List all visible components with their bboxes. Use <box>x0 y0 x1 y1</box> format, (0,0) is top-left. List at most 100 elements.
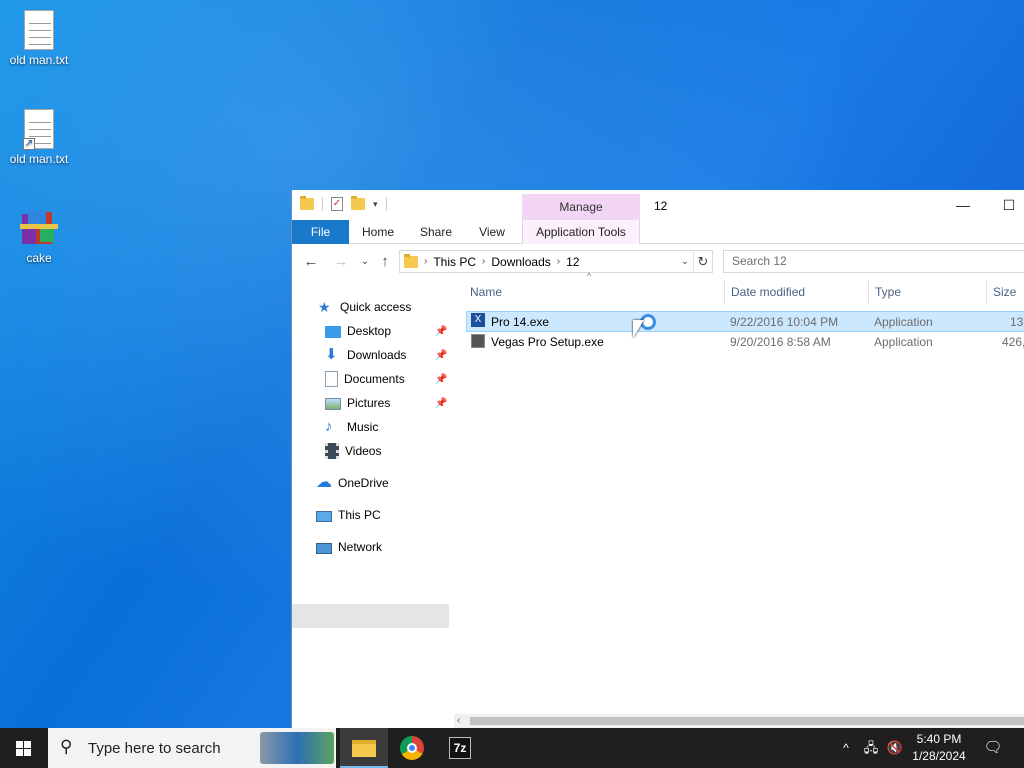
chevron-right-icon[interactable]: › <box>424 256 427 267</box>
mouse-pointer-icon <box>633 320 644 338</box>
pictures-icon <box>325 398 341 410</box>
divider <box>385 197 387 211</box>
file-size: 426, <box>1002 335 1024 349</box>
refresh-button[interactable]: ↻ <box>693 250 713 273</box>
breadcrumb-downloads[interactable]: Downloads <box>491 255 550 269</box>
film-strip-icon <box>325 443 339 459</box>
nav-music[interactable]: ♪ Music <box>325 416 378 438</box>
clock-time: 5:40 PM <box>916 732 962 746</box>
address-dropdown-button[interactable]: ⌄ <box>677 250 693 273</box>
breadcrumb-this-pc[interactable]: This PC <box>433 255 476 269</box>
taskbar-search-placeholder: Type here to search <box>88 740 221 757</box>
notifications-icon[interactable]: 🗨 <box>978 728 1008 768</box>
window-title: 12 <box>654 199 668 213</box>
pin-icon[interactable]: 📌 <box>435 326 447 337</box>
folder-icon <box>404 253 418 268</box>
taskbar-file-explorer[interactable] <box>340 728 388 768</box>
7zip-icon: 7z <box>449 737 471 759</box>
nav-documents[interactable]: Documents <box>325 368 405 390</box>
volume-muted-icon[interactable]: 🔇 <box>884 728 906 768</box>
chrome-center-icon <box>407 743 417 753</box>
nav-onedrive[interactable]: ☁ OneDrive <box>316 472 389 494</box>
search-input[interactable]: Search 12 <box>723 250 1024 273</box>
tab-application-tools[interactable]: Application Tools <box>522 220 640 244</box>
properties-icon[interactable]: ✓ <box>331 197 343 211</box>
tab-share[interactable]: Share <box>413 220 459 244</box>
tab-view[interactable]: View <box>470 220 514 244</box>
back-button[interactable]: ← <box>302 252 320 272</box>
file-name: Vegas Pro Setup.exe <box>491 335 604 349</box>
nav-selection-highlight <box>292 604 449 628</box>
nav-label: Documents <box>344 372 405 386</box>
winrar-box-icon <box>20 210 58 244</box>
recent-locations-button[interactable]: ⌄ <box>356 252 374 272</box>
nav-pictures[interactable]: Pictures <box>325 392 390 414</box>
nav-label: Quick access <box>340 300 412 314</box>
address-bar[interactable]: › This PC › Downloads › 12 <box>399 250 713 273</box>
file-name: Pro 14.exe <box>491 315 550 329</box>
column-size[interactable]: Size <box>987 280 1024 304</box>
document-icon <box>325 371 338 387</box>
file-row-vegas-pro-setup-exe[interactable]: Vegas Pro Setup.exe 9/20/2016 8:58 AM Ap… <box>466 332 1024 353</box>
pin-icon[interactable]: 📌 <box>435 398 447 409</box>
network-icon <box>316 542 332 554</box>
ribbon-tabs: File Home Share View Application Tools <box>292 220 1024 244</box>
forward-button[interactable]: → <box>332 252 350 272</box>
star-icon: ★ <box>318 299 331 315</box>
file-explorer-window: ✓ ▾ Manage 12 — ☐ File Home Share View A… <box>291 190 1024 728</box>
chevron-right-icon[interactable]: › <box>482 256 485 267</box>
application-icon: X <box>471 313 485 327</box>
network-status-icon[interactable]: 🖧 <box>860 728 882 768</box>
minimize-button[interactable]: — <box>940 190 986 220</box>
file-type: Application <box>874 315 933 329</box>
horizontal-scrollbar[interactable]: ‹ <box>454 714 1024 728</box>
taskbar-7zip[interactable]: 7z <box>436 728 484 768</box>
customize-toolbar-icon[interactable]: ▾ <box>373 199 378 210</box>
music-note-icon: ♪ <box>325 418 333 435</box>
quick-access-toolbar: ✓ ▾ <box>300 196 387 211</box>
scrollbar-thumb[interactable] <box>470 717 1024 725</box>
pin-icon[interactable]: 📌 <box>435 374 447 385</box>
cloud-icon: ☁ <box>316 474 332 491</box>
nav-label: Music <box>347 420 379 434</box>
pin-icon[interactable]: 📌 <box>435 350 447 361</box>
file-type: Application <box>874 335 933 349</box>
desktop-icon-label: old man.txt <box>9 152 69 166</box>
breadcrumb-12[interactable]: 12 <box>566 255 579 269</box>
taskbar-chrome[interactable] <box>388 728 436 768</box>
nav-this-pc[interactable]: This PC <box>316 504 381 526</box>
nav-videos[interactable]: Videos <box>325 440 381 462</box>
desktop-icon-old-man-txt[interactable]: old man.txt <box>1 10 77 67</box>
text-file-icon <box>24 10 54 50</box>
column-type[interactable]: Type <box>869 280 987 304</box>
column-header: ^ Name Date modified Type Size <box>464 271 1024 304</box>
nav-downloads[interactable]: ⬇ Downloads <box>325 344 406 366</box>
file-row-pro-14-exe[interactable]: X Pro 14.exe 9/22/2016 10:04 PM Applicat… <box>466 311 1024 332</box>
start-button[interactable] <box>0 728 48 768</box>
nav-network[interactable]: Network <box>316 536 382 558</box>
address-row: ← → ⌄ ↑ › This PC › Downloads › 12 ⌄ ↻ S… <box>292 246 1024 278</box>
windows-logo-icon <box>16 741 32 756</box>
nav-quick-access[interactable]: ★ Quick access <box>318 296 411 318</box>
chevron-right-icon[interactable]: › <box>557 256 560 267</box>
column-name[interactable]: Name <box>464 280 725 304</box>
tab-manage[interactable]: Manage <box>522 194 640 220</box>
show-hidden-icons-button[interactable]: ^ <box>836 728 856 768</box>
maximize-button[interactable]: ☐ <box>986 190 1024 220</box>
clock[interactable]: 5:40 PM 1/28/2024 <box>905 731 973 765</box>
search-icon: ⚲ <box>60 737 73 756</box>
new-folder-icon[interactable] <box>351 196 365 210</box>
nav-label: Downloads <box>347 348 407 362</box>
title-bar[interactable]: ✓ ▾ Manage 12 — ☐ <box>292 190 1024 220</box>
file-date: 9/22/2016 10:04 PM <box>730 315 839 329</box>
taskbar-search-box[interactable]: ⚲ Type here to search <box>48 728 336 768</box>
nav-desktop[interactable]: Desktop <box>325 320 391 342</box>
tab-file[interactable]: File <box>292 220 349 244</box>
desktop-icon-cake[interactable]: cake <box>1 206 77 265</box>
scroll-left-icon[interactable]: ‹ <box>457 714 460 728</box>
column-date-modified[interactable]: Date modified <box>725 280 869 304</box>
desktop-icon-old-man-txt-shortcut[interactable]: ↗ old man.txt <box>1 109 77 166</box>
clock-date: 1/28/2024 <box>912 749 966 763</box>
up-button[interactable]: ↑ <box>376 252 394 272</box>
tab-home[interactable]: Home <box>355 220 401 244</box>
